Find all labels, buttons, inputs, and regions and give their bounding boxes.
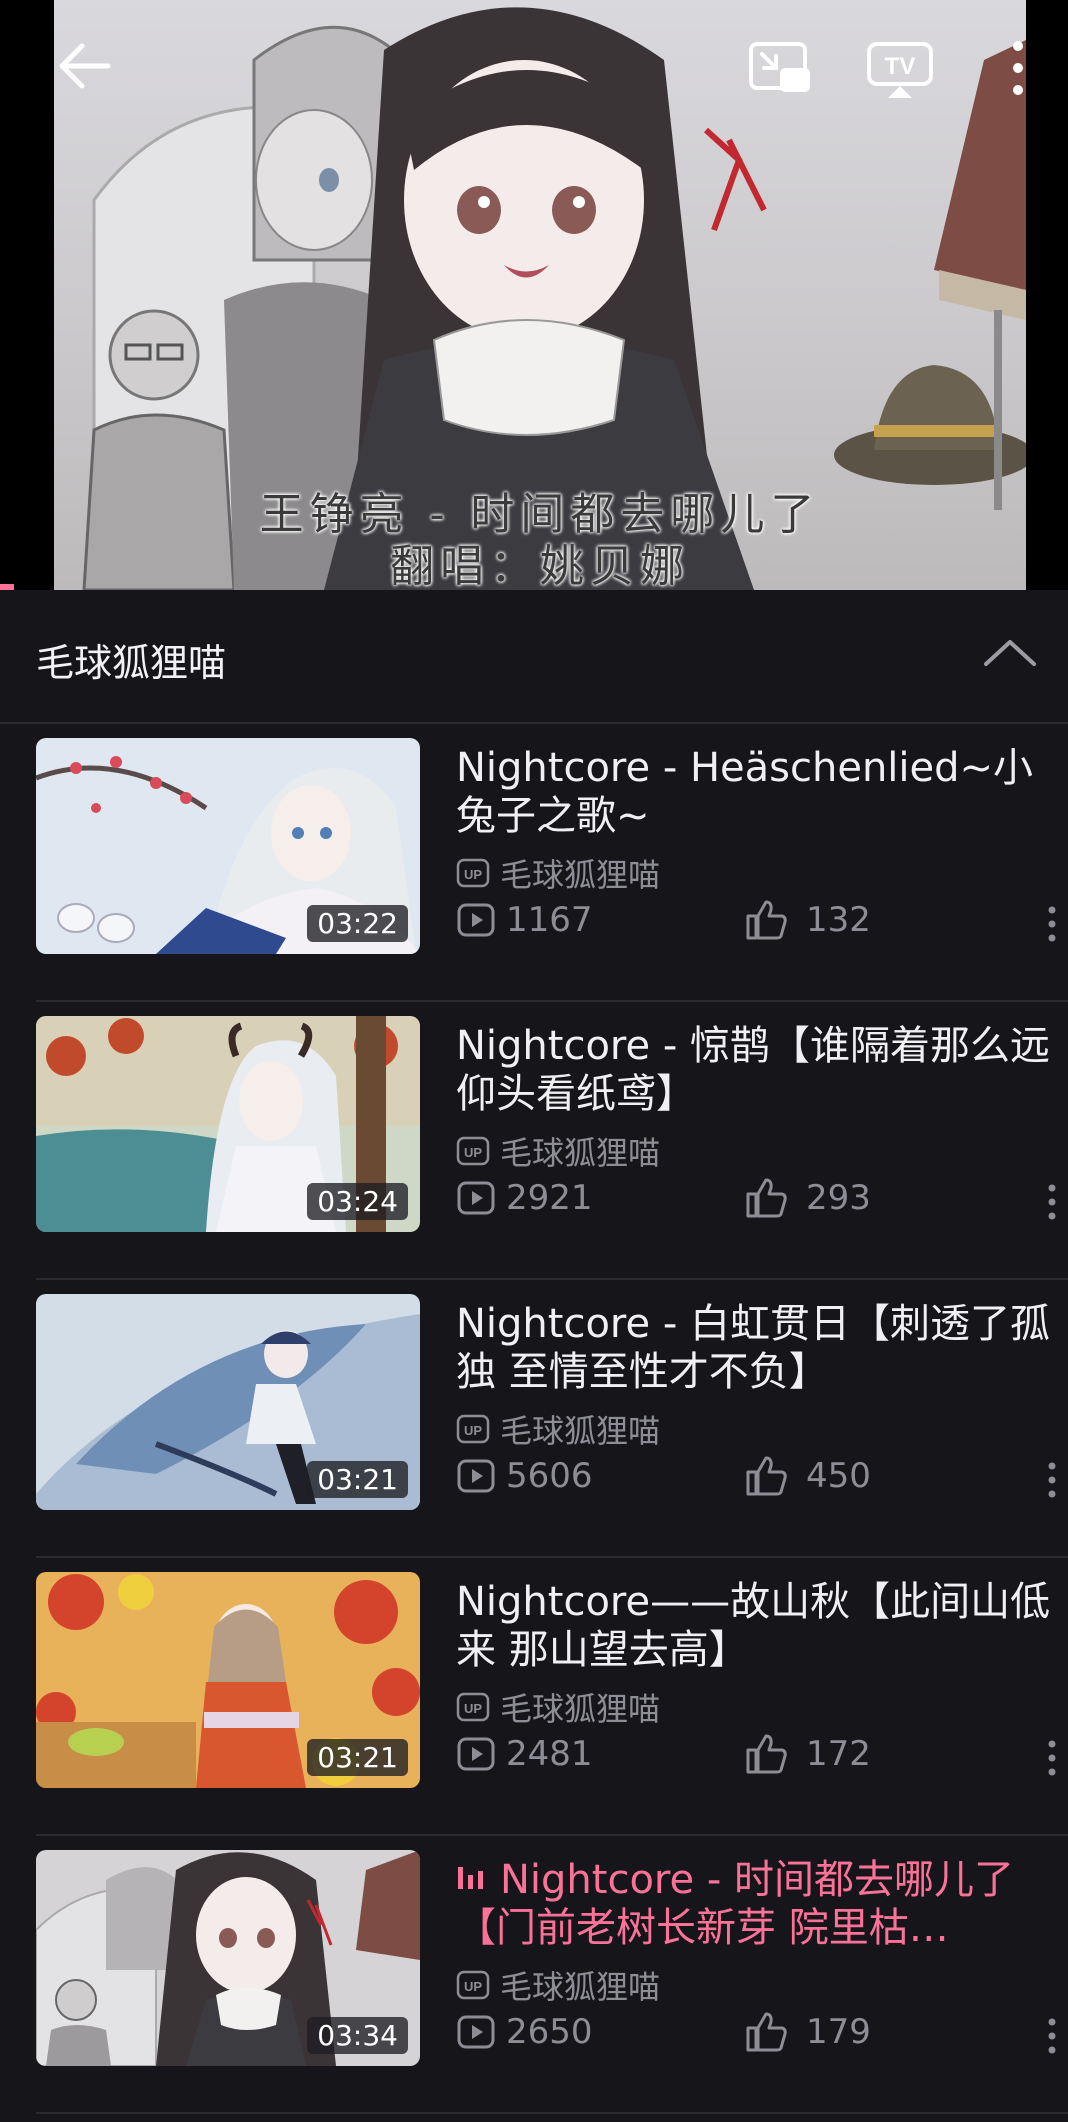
svg-text:UP: UP [464,1145,482,1160]
uploader[interactable]: UP 毛球狐狸喵 [456,1684,660,1730]
more-vertical-icon[interactable] [1042,904,1062,944]
duration-badge: 03:21 [307,1461,408,1498]
like-count: 132 [744,898,871,942]
video-stats: 5606 450 [456,1456,1068,1506]
like-count-value: 293 [806,1178,871,1218]
video-list-item[interactable]: 03:24 Nightcore - 惊鹊【谁隔着那么远 仰头看纸鸢】 UP 毛球… [36,1002,1068,1280]
play-count-value: 1167 [506,900,593,940]
more-vertical-icon[interactable] [1042,1738,1062,1778]
video-thumbnail[interactable]: 03:21 [36,1294,420,1510]
video-thumbnail[interactable]: 03:34 [36,1850,420,2066]
back-arrow-icon[interactable] [56,38,112,94]
tv-cast-icon[interactable]: TV [866,40,934,100]
uploader[interactable]: UP 毛球狐狸喵 [456,1128,660,1174]
video-title-text: Nightcore - 白虹贯日【刺透了孤独 至情至性才不负】 [456,1301,1050,1395]
play-count: 2650 [456,2012,593,2052]
more-vertical-icon[interactable] [1008,38,1028,98]
video-stats: 2650 179 [456,2012,1068,2062]
play-count: 5606 [456,1456,593,1496]
play-count: 2481 [456,1734,593,1774]
play-count-icon [457,1181,495,1215]
video-thumbnail[interactable]: 03:24 [36,1016,420,1232]
like-count-value: 450 [806,1456,871,1496]
video-title[interactable]: Nightcore - Heäschenlied~小兔子之歌~ [456,744,1056,840]
playlist-title: 毛球狐狸喵 [36,641,227,685]
video-stats: 1167 132 [456,900,1068,950]
like-count: 293 [744,1176,871,1220]
uploader[interactable]: UP 毛球狐狸喵 [456,850,660,896]
thumbs-up-icon [746,2012,787,2052]
video-title-text: Nightcore - Heäschenlied~小兔子之歌~ [456,745,1034,839]
svg-text:UP: UP [464,1701,482,1716]
video-list-item[interactable]: 03:21 Nightcore——故山秋【此间山低来 那山望去高】 UP 毛球狐… [36,1558,1068,1836]
uploader-name: 毛球狐狸喵 [500,1968,661,2006]
play-count-icon [457,2015,495,2049]
video-title-text: Nightcore——故山秋【此间山低来 那山望去高】 [456,1579,1051,1673]
more-vertical-icon[interactable] [1042,1460,1062,1500]
uploader-name: 毛球狐狸喵 [500,1134,661,1172]
play-count-icon [457,903,495,937]
video-stats: 2921 293 [456,1178,1068,1228]
uploader-name: 毛球狐狸喵 [500,1412,661,1450]
like-count: 179 [744,2010,871,2054]
video-title[interactable]: Nightcore——故山秋【此间山低来 那山望去高】 [456,1578,1056,1674]
duration-badge: 03:21 [307,1739,408,1776]
video-title-text: Nightcore - 时间都去哪儿了【门前老树长新芽 院里枯… [456,1857,1014,1951]
video-list-item[interactable]: 03:34 Nightcore - 时间都去哪儿了【门前老树长新芽 院里枯… U… [36,1836,1068,2114]
svg-text:UP: UP [464,1423,482,1438]
video-title[interactable]: Nightcore - 时间都去哪儿了【门前老树长新芽 院里枯… [456,1856,1056,1952]
like-count: 450 [744,1454,871,1498]
play-count: 1167 [456,900,593,940]
like-count-value: 179 [806,2012,871,2052]
subtitle-line-2: 翻唱：姚贝娜 [390,541,690,590]
playlist-header: 毛球狐狸喵 [0,590,1068,724]
now-playing-icon [458,1867,483,1889]
thumbs-up-icon [746,900,787,940]
video-title-text: Nightcore - 惊鹊【谁隔着那么远 仰头看纸鸢】 [456,1023,1050,1117]
svg-text:UP: UP [464,1979,482,1994]
like-count-value: 132 [806,900,871,940]
video-title[interactable]: Nightcore - 白虹贯日【刺透了孤独 至情至性才不负】 [456,1300,1056,1396]
play-count-value: 2481 [506,1734,593,1774]
video-player[interactable]: 王铮亮 - 时间都去哪儿了 翻唱：姚贝娜 TV [0,0,1068,590]
up-badge-icon: UP [456,1414,490,1444]
more-vertical-icon[interactable] [1042,1182,1062,1222]
uploader[interactable]: UP 毛球狐狸喵 [456,1962,660,2008]
up-badge-icon: UP [456,1136,490,1166]
like-count-value: 172 [806,1734,871,1774]
duration-badge: 03:24 [307,1183,408,1220]
uploader[interactable]: UP 毛球狐狸喵 [456,1406,660,1452]
up-badge-icon: UP [456,1970,490,2000]
up-badge-icon: UP [456,1692,490,1722]
video-thumbnail[interactable]: 03:22 [36,738,420,954]
like-count: 172 [744,1732,871,1776]
uploader-name: 毛球狐狸喵 [500,1690,661,1728]
video-thumbnail[interactable]: 03:21 [36,1572,420,1788]
up-badge-icon: UP [456,858,490,888]
video-list-item[interactable]: 03:22 Nightcore - Heäschenlied~小兔子之歌~ UP… [36,724,1068,1002]
play-count-value: 5606 [506,1456,593,1496]
duration-badge: 03:22 [307,905,408,942]
play-count-icon [457,1459,495,1493]
more-vertical-icon[interactable] [1042,2016,1062,2056]
uploader-name: 毛球狐狸喵 [500,856,661,894]
svg-text:TV: TV [885,53,916,80]
play-count-icon [457,1737,495,1771]
play-count: 2921 [456,1178,593,1218]
thumbs-up-icon [746,1178,787,1218]
play-count-value: 2921 [506,1178,593,1218]
svg-text:UP: UP [464,867,482,882]
video-list-item[interactable]: 03:21 Nightcore - 白虹贯日【刺透了孤独 至情至性才不负】 UP… [36,1280,1068,1558]
thumbs-up-icon [746,1456,787,1496]
video-title[interactable]: Nightcore - 惊鹊【谁隔着那么远 仰头看纸鸢】 [456,1022,1056,1118]
play-count-value: 2650 [506,2012,593,2052]
duration-badge: 03:34 [307,2017,408,2054]
picture-in-picture-icon[interactable] [748,40,812,96]
chevron-up-icon[interactable] [982,630,1038,678]
thumbs-up-icon [746,1734,787,1774]
video-stats: 2481 172 [456,1734,1068,1784]
